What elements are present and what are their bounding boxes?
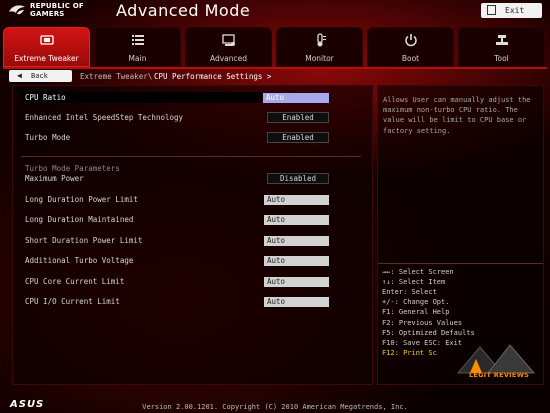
header-bar: REPUBLIC OF GAMERS Advanced Mode Exit [0,0,550,24]
help-description: Allows User can manually adjust the maxi… [383,95,543,136]
version-text: Version 2.00.1201. Copyright (C) 2010 Am… [142,403,408,411]
key-hint-optimized-defaults: F5: Optimized Defaults [382,329,475,337]
exit-door-icon [487,5,496,15]
tab-tool[interactable]: Tool [458,27,545,67]
monitor-icon [277,33,362,47]
key-hint-select-screen: →←: Select Screen [382,268,454,276]
help-line: Allows User can manually adjust the [383,96,531,104]
core-current-limit-label[interactable]: CPU Core Current Limit [25,277,124,287]
breadcrumb-parent[interactable]: Extreme Tweaker\ [80,72,152,81]
io-current-limit-field[interactable]: Auto [264,297,329,307]
power-icon [368,33,453,47]
advanced-icon [186,33,271,47]
cpu-ratio-field[interactable]: Auto [263,93,329,103]
brand-logo-text: REPUBLIC OF GAMERS [30,2,84,18]
short-power-limit-field[interactable]: Auto [264,236,329,246]
tab-underline [3,67,547,69]
section-divider [21,156,361,157]
speedstep-select[interactable]: Enabled [267,112,329,123]
turbo-mode-select[interactable]: Enabled [267,132,329,143]
tab-label: Advanced [209,54,248,63]
tweaker-icon [4,33,89,47]
short-power-limit-label[interactable]: Short Duration Power Limit [25,236,142,246]
tab-boot[interactable]: Boot [367,27,454,67]
tab-monitor[interactable]: Monitor [276,27,363,67]
key-hint-print-screen: F12: Print Sc [382,349,437,357]
additional-turbo-voltage-label[interactable]: Additional Turbo Voltage [25,256,133,266]
key-hint-change-opt: +/-: Change Opt. [382,298,450,306]
key-hint-enter: Enter: Select [382,288,437,296]
io-current-limit-label[interactable]: CPU I/O Current Limit [25,297,120,307]
core-current-limit-field[interactable]: Auto [264,277,329,287]
key-hint-previous-values: F2: Previous Values [382,319,463,327]
breadcrumb-current: CPU Performance Settings > [154,72,272,81]
exit-button[interactable]: Exit [481,3,542,18]
long-maintained-label[interactable]: Long Duration Maintained [25,215,133,225]
tab-advanced[interactable]: Advanced [185,27,272,67]
tab-label: Main [128,54,147,63]
tab-label: Tool [494,54,509,63]
turbo-mode-label[interactable]: Turbo Mode [25,133,70,143]
help-line: factory setting. [383,126,451,135]
keys-divider [378,263,543,264]
max-power-label[interactable]: Maximum Power [25,174,84,184]
watermark-text: LEGIT REVIEWS [468,371,530,379]
max-power-select[interactable]: Disabled [267,173,329,184]
brand-line-2: GAMERS [30,10,65,18]
additional-turbo-voltage-field[interactable]: Auto [264,256,329,266]
brand-line-1: REPUBLIC OF [30,2,84,10]
settings-panel [12,85,373,385]
long-power-limit-field[interactable]: Auto [264,195,329,205]
tab-label: Monitor [305,54,334,63]
back-label: Back [31,72,48,80]
tool-icon [459,33,544,47]
tab-extreme-tweaker[interactable]: Extreme Tweaker [3,27,90,67]
page-title: Advanced Mode [116,1,251,20]
tab-label: Boot [401,54,420,63]
help-line: value will be limit to CPU base or [383,116,527,125]
speedstep-label[interactable]: Enhanced Intel SpeedStep Technology [25,113,183,123]
key-hint-select-item: ↑↓: Select Item [382,278,446,286]
turbo-params-heading: Turbo Mode Parameters [25,164,120,173]
long-power-limit-label[interactable]: Long Duration Power Limit [25,195,138,205]
back-button[interactable]: ◀ Back [9,70,72,82]
tab-label: Extreme Tweaker [14,54,79,63]
tab-bar: Extreme Tweaker Main Advanced Monitor Bo… [3,27,547,67]
back-arrow-icon: ◀ [17,71,22,80]
tab-main[interactable]: Main [94,27,181,67]
exit-label: Exit [505,6,525,15]
help-line: maximum non-turbo CPU ratio. The [383,106,518,115]
key-hint-general-help: F1: General Help [382,308,450,316]
cpu-ratio-label[interactable]: CPU Ratio [25,93,66,103]
list-icon [95,33,180,47]
rog-eye-icon [9,5,25,15]
long-maintained-field[interactable]: Auto [264,215,329,225]
